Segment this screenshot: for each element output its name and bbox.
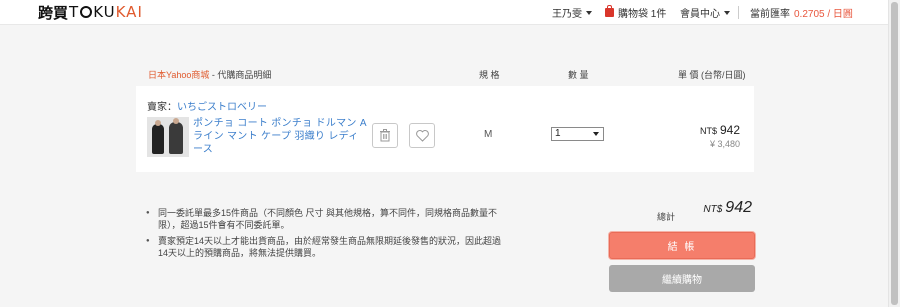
- price-currency: NT$: [699, 126, 717, 136]
- shopping-bag-icon: [605, 5, 614, 17]
- logo-chinese: 跨買: [38, 3, 69, 22]
- price-value: 942: [719, 123, 740, 137]
- column-price-header: 單 價 (台幣/日圓): [678, 70, 746, 80]
- chevron-down-icon: [724, 10, 730, 15]
- add-to-favorites-button[interactable]: [409, 123, 435, 148]
- nav-divider: [738, 6, 739, 19]
- continue-shopping-button[interactable]: 繼續購物: [609, 265, 755, 292]
- quantity-select[interactable]: 1: [551, 127, 604, 141]
- dropdown-arrow-icon: [593, 132, 599, 136]
- quantity-value: 1: [555, 128, 561, 139]
- column-qty-header: 數 量: [568, 70, 589, 80]
- member-center-label: 會員中心: [680, 9, 720, 20]
- scrollbar-thumb[interactable]: [891, 2, 898, 305]
- heart-icon: [415, 129, 429, 142]
- store-link[interactable]: 日本Yahoo商城: [148, 70, 209, 80]
- user-name: 王乃雯: [552, 9, 582, 20]
- site-logo[interactable]: 跨買 T KUKAI: [38, 2, 143, 22]
- order-notes: 同一委託單最多15件商品（不同顏色 尺寸 與其他規格，算不同件，同規格商品數量不…: [146, 207, 502, 263]
- item-price-jpy: ¥ 3,480: [709, 139, 740, 149]
- chevron-down-icon: [586, 10, 592, 15]
- note-item: 賣家預定14天以上才能出貨商品，由於經常發生商品無限期延後發售的狀況，因此超過1…: [146, 235, 502, 259]
- product-thumbnail[interactable]: [147, 117, 189, 157]
- page-scrollbar[interactable]: [888, 0, 900, 307]
- item-spec: M: [484, 129, 493, 140]
- total-label: 總計: [657, 212, 676, 222]
- store-heading-suffix: - 代購商品明細: [209, 70, 272, 80]
- total-amount: NT$ 942: [703, 199, 752, 217]
- seller-label: 賣家：: [147, 102, 177, 113]
- total-currency: NT$: [703, 204, 723, 215]
- cart-label: 購物袋 1件: [618, 9, 667, 20]
- delete-item-button[interactable]: [372, 123, 398, 148]
- logo-english: T KUKAI: [69, 3, 143, 21]
- checkout-button[interactable]: 結 帳: [609, 232, 755, 259]
- total-value: 942: [725, 199, 752, 216]
- column-spec-header: 規 格: [479, 70, 500, 80]
- member-center-menu[interactable]: 會員中心: [680, 0, 730, 25]
- note-item: 同一委託單最多15件商品（不同顏色 尺寸 與其他規格，算不同件，同規格商品數量不…: [146, 207, 502, 231]
- item-price-ntd: NT$ 942: [700, 123, 740, 137]
- seller-info: 賣家：いちごストロベリー: [147, 98, 267, 113]
- rate-value: 0.2705 / 日圓: [794, 9, 853, 20]
- product-title-link[interactable]: ポンチョ コート ポンチョ ドルマン Aライン マント ケープ 羽織り レディー…: [193, 117, 368, 156]
- exchange-rate: 當前匯率 0.2705 / 日圓: [750, 0, 853, 25]
- cart-link[interactable]: 購物袋 1件: [605, 0, 666, 25]
- seller-name-link[interactable]: いちごストロベリー: [177, 102, 267, 113]
- store-heading: 日本Yahoo商城 - 代購商品明細: [148, 68, 271, 81]
- trash-icon: [380, 129, 390, 142]
- site-header: 跨買 T KUKAI 王乃雯 購物袋 1件 會員中心 當前匯率 0.2705 / …: [0, 0, 888, 25]
- user-menu[interactable]: 王乃雯: [552, 0, 592, 25]
- rate-label: 當前匯率: [750, 9, 790, 20]
